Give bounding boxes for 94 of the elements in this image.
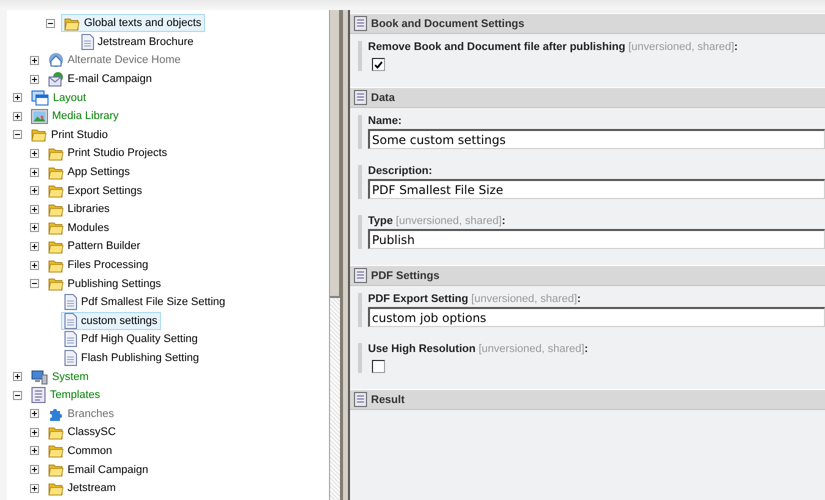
tree-item[interactable]: Pdf Smallest File Size Setting bbox=[61, 293, 230, 312]
tree-item[interactable]: Jetstream bbox=[44, 479, 120, 498]
tree-item[interactable]: Global texts and objects bbox=[61, 14, 206, 32]
folder-icon bbox=[31, 127, 47, 142]
folder-icon bbox=[48, 220, 64, 236]
expand-icon[interactable] bbox=[30, 148, 38, 158]
tree-item[interactable]: Pattern Builder bbox=[44, 237, 144, 256]
checkbox[interactable] bbox=[372, 360, 385, 373]
tree-item[interactable]: Modules bbox=[44, 218, 114, 237]
tree-item[interactable]: Publishing Settings bbox=[44, 274, 166, 293]
collapse-icon[interactable] bbox=[46, 18, 55, 28]
tree-item[interactable]: Media Library bbox=[28, 107, 123, 126]
expand-icon[interactable] bbox=[30, 74, 38, 84]
tree-item[interactable]: System bbox=[28, 368, 93, 386]
tree-item[interactable]: Templates bbox=[28, 386, 104, 404]
tree-item[interactable]: App Settings bbox=[44, 163, 134, 182]
field-label: Type [unversioned, shared]: bbox=[368, 215, 506, 227]
section-header[interactable]: Data bbox=[350, 87, 825, 108]
tree-item[interactable]: Jetstream Brochure bbox=[78, 32, 198, 51]
tree-item[interactable]: Print Studio bbox=[28, 126, 112, 144]
tree-item[interactable]: Pdf High Quality Setting bbox=[61, 330, 202, 348]
document-icon bbox=[80, 34, 94, 50]
document-icon bbox=[64, 294, 77, 310]
text-field[interactable]: custom job options bbox=[368, 307, 825, 327]
expand-icon[interactable] bbox=[30, 446, 38, 456]
folder-icon bbox=[48, 276, 64, 292]
document-icon bbox=[354, 392, 367, 407]
list-document-icon bbox=[31, 387, 46, 404]
collapse-icon[interactable] bbox=[13, 390, 22, 400]
tree-item[interactable]: Export Settings bbox=[44, 182, 146, 200]
tree-item[interactable]: Flash Publishing Setting bbox=[61, 348, 204, 367]
tree-item[interactable]: E-mail Campaign bbox=[44, 70, 156, 88]
folder-icon bbox=[48, 164, 64, 180]
tree-item[interactable]: Libraries bbox=[44, 200, 114, 218]
folder-icon bbox=[64, 16, 80, 31]
field-label: Remove Book and Document file after publishing [unversioned, shared]: bbox=[368, 41, 739, 53]
folder-icon bbox=[48, 258, 64, 273]
windows-icon bbox=[31, 90, 49, 106]
folder-icon bbox=[48, 462, 64, 478]
expand-icon[interactable] bbox=[13, 372, 22, 382]
section-header[interactable]: Result bbox=[350, 389, 825, 410]
expand-icon[interactable] bbox=[30, 484, 38, 493]
folder-icon bbox=[48, 202, 64, 217]
scrollbar[interactable] bbox=[330, 10, 340, 500]
text-field[interactable]: Some custom settings bbox=[368, 129, 825, 149]
tree-item[interactable]: Layout bbox=[28, 88, 90, 107]
computer-icon bbox=[31, 368, 48, 385]
document-icon bbox=[64, 350, 77, 366]
field-label: Name: bbox=[368, 115, 403, 127]
tree-item[interactable]: Email Campaign bbox=[44, 460, 152, 479]
expand-icon[interactable] bbox=[30, 186, 38, 196]
collapse-icon[interactable] bbox=[13, 130, 22, 140]
expand-icon[interactable] bbox=[13, 93, 22, 102]
text-field[interactable]: Publish bbox=[368, 229, 825, 249]
collapse-icon[interactable] bbox=[30, 279, 38, 288]
section-header[interactable]: PDF Settings bbox=[350, 265, 825, 286]
tree-item[interactable]: custom settings bbox=[61, 312, 162, 330]
field-label: Use High Resolution [unversioned, shared]: bbox=[368, 343, 590, 355]
house-icon bbox=[48, 52, 64, 68]
tree-item[interactable]: ClassySC bbox=[44, 423, 120, 442]
tree-item[interactable]: Common bbox=[44, 442, 116, 460]
expand-icon[interactable] bbox=[30, 168, 38, 177]
expand-icon[interactable] bbox=[30, 260, 38, 270]
folder-icon bbox=[48, 183, 64, 198]
expand-icon[interactable] bbox=[30, 56, 38, 65]
text-field[interactable]: PDF Smallest File Size bbox=[368, 179, 825, 199]
field-label: PDF Export Setting [unversioned, shared]: bbox=[368, 293, 582, 305]
folder-icon bbox=[48, 146, 64, 161]
tree-item[interactable]: Alternate Device Home bbox=[44, 51, 185, 70]
expand-icon[interactable] bbox=[13, 112, 22, 121]
tree-item[interactable]: Print Studio Projects bbox=[44, 144, 172, 162]
tree-item[interactable]: Branches bbox=[44, 404, 118, 423]
expand-icon[interactable] bbox=[30, 428, 38, 437]
folder-icon bbox=[48, 480, 64, 496]
document-icon bbox=[354, 268, 367, 283]
folder-icon bbox=[48, 424, 64, 440]
envelope-icon bbox=[48, 71, 64, 88]
folder-icon bbox=[48, 443, 64, 458]
document-icon bbox=[354, 90, 367, 105]
expand-icon[interactable] bbox=[30, 409, 38, 418]
picture-icon bbox=[31, 108, 48, 124]
folder-icon bbox=[48, 238, 64, 254]
tree-item[interactable]: Files Processing bbox=[44, 256, 152, 274]
document-icon bbox=[354, 16, 367, 31]
expand-icon[interactable] bbox=[30, 465, 38, 474]
expand-icon[interactable] bbox=[30, 242, 38, 251]
expand-icon[interactable] bbox=[30, 204, 38, 214]
expand-icon[interactable] bbox=[30, 223, 38, 232]
splitter[interactable] bbox=[340, 10, 350, 500]
section-header[interactable]: Book and Document Settings bbox=[350, 13, 825, 34]
checkbox[interactable] bbox=[372, 58, 385, 71]
document-icon bbox=[64, 331, 77, 348]
document-icon bbox=[64, 312, 77, 329]
field-label: Description: bbox=[368, 165, 434, 177]
